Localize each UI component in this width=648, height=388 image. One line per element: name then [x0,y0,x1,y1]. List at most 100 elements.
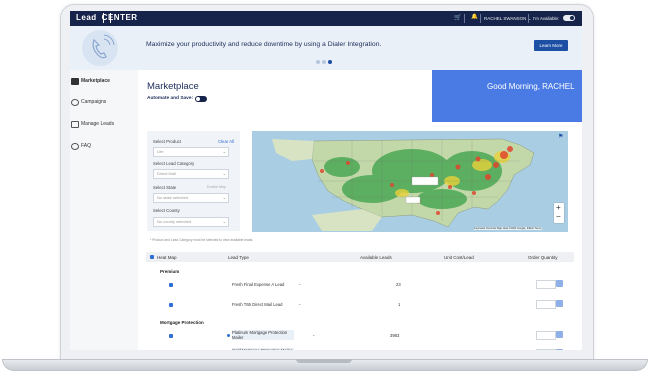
chevron-down-icon[interactable]: ⌄ [298,301,302,306]
learn-more-button[interactable]: Learn More [534,40,568,51]
sidebar-item-label: Marketplace [81,78,110,84]
group-mortgage-protection: Mortgage Protection [160,320,204,325]
availability-label: I'm Available: [533,16,560,21]
chevron-down-icon: ⌄ [222,171,226,176]
available-leads: 1 [398,302,401,307]
carousel-dot[interactable] [316,60,320,64]
chevron-down-icon[interactable]: ⌄ [298,281,302,286]
sidebar-item-manage-leads[interactable]: Manage Leads [70,117,138,131]
table-row: Gold Mortgage Protection Mailer ⌄ 3209 [146,348,574,350]
add-to-cart-button[interactable] [556,349,563,350]
quantity-input[interactable] [536,280,556,289]
store-icon [71,78,79,85]
row-checkbox[interactable] [169,283,173,287]
product-value: Life [157,149,164,154]
sidebar-item-faq[interactable]: FAQ [70,139,138,153]
row-checkbox[interactable] [169,334,173,338]
header-lead-type: Lead Type [228,255,249,260]
greeting: Good Morning, RACHEL [487,82,575,91]
heatmap-checkbox[interactable] [150,255,154,259]
nav-divider [528,14,529,23]
header-available-leads: Available Leads [360,255,392,260]
nav-divider [480,14,481,23]
county-value: No county selected [157,219,192,224]
nav-divider [464,14,465,23]
quantity-input[interactable] [536,349,556,350]
toggle-knob [570,16,574,20]
us-heatmap [252,131,568,232]
main-content: Good Morning, RACHEL Marketplace Automat… [138,70,582,350]
clock-icon [71,99,79,106]
bell-icon[interactable]: 🔔 [471,14,478,20]
row-checkbox[interactable] [169,303,173,307]
state-select[interactable]: No state selected ⌄ [153,193,229,203]
category-select[interactable]: Direct Mail ⌄ [153,169,229,179]
county-select[interactable]: No county selected ⌄ [153,217,229,227]
dialer-banner: Maximize your productivity and reduce do… [70,26,582,70]
zoom-in-button[interactable]: + [556,203,561,212]
map-attribution: Keyboard shortcuts Map data ©2024 Google… [474,227,542,230]
availability-toggle[interactable] [563,15,575,21]
logo-left: Lead [76,13,97,22]
sidebar-item-label: Campaigns [81,99,107,105]
county-label: Select County [153,208,180,213]
chevron-down-icon[interactable]: ⌄ [312,332,316,337]
carousel-dot-active[interactable] [328,60,332,64]
state-hint: Enable Map [207,185,226,189]
sidebar: Marketplace Campaigns Manage Leads FAQ [70,70,139,350]
sidebar-item-campaigns[interactable]: Campaigns [70,95,138,109]
add-to-cart-button[interactable] [556,331,563,338]
chevron-down-icon: ⌄ [222,195,226,200]
help-circle-icon [71,143,79,150]
category-value: Direct Mail [157,171,176,176]
header-heatmap: Heat Map [157,255,177,260]
quantity-input[interactable] [536,300,556,309]
zoom-out-button[interactable]: − [556,212,561,221]
autosave-toggle[interactable] [195,96,207,102]
header-order-quantity: Order Quantity [528,255,558,260]
add-to-cart-button[interactable] [556,300,563,307]
carousel-dot[interactable] [322,60,326,64]
filter-disclaimer: * Product and Lead Category must be sele… [150,238,254,242]
product-select[interactable]: Life ⌄ [153,147,229,157]
lead-type: Gold Mortgage Protection Mailer [232,348,294,350]
quantity-input[interactable] [536,331,556,340]
filter-panel: Select Product Clear All Life ⌄ Select Le… [147,131,240,231]
state-value: No state selected [157,195,188,200]
state-label: Select State [153,185,177,190]
user-menu[interactable]: RACHEL SWANSON ⌄ [484,16,531,22]
flag-icon[interactable]: ⚑ [558,133,563,140]
logo-mark-icon [103,13,111,23]
available-leads: 3983 [390,333,400,338]
chevron-down-icon: ⌄ [222,219,226,224]
clear-all-link[interactable]: Clear All [218,139,234,144]
table-row: Fresh Final Expense A Lead ⌄ 23 [146,278,574,296]
map-zoom-control: + − [554,203,564,223]
sidebar-item-label: FAQ [81,143,92,149]
group-premium: Premium [160,269,180,274]
greeting-panel [432,70,582,122]
lead-type: Fresh Final Expense A Lead [232,282,285,287]
available-leads: 23 [396,282,401,287]
page-title: Marketplace [147,81,199,92]
banner-message: Maximize your productivity and reduce do… [146,41,382,48]
table-row: Platinum Mortgage Protection Mailer ⌄ 39… [146,329,574,347]
sidebar-item-marketplace[interactable]: Marketplace [70,74,138,88]
lead-type: Platinum Mortgage Protection Mailer [232,330,294,340]
chevron-down-icon: ⌄ [222,149,226,154]
lead-type: Fresh T65 Direct Mail Lead [232,302,283,307]
id-card-icon [71,121,79,128]
phone-illustration [82,30,118,66]
sidebar-item-label: Manage Leads [81,121,115,127]
cart-icon[interactable]: 🛒 [454,14,461,21]
autosave-label: Automate and Save: [147,96,194,101]
table-header: Heat Map Lead Type Available Leads Unit … [146,252,574,262]
add-to-cart-button[interactable] [556,280,563,287]
product-label: Select Product [153,139,181,144]
lead-dot-icon [227,334,230,337]
laptop-notch [296,359,352,363]
chevron-down-icon[interactable]: ⌄ [312,349,316,350]
category-label: Select Lead Category [153,161,195,166]
heat-map[interactable]: ⚑ + − Keyboard shortcuts Map data ©2024 … [252,131,568,232]
header-unit-cost: Unit Cost/Lead [444,255,474,260]
